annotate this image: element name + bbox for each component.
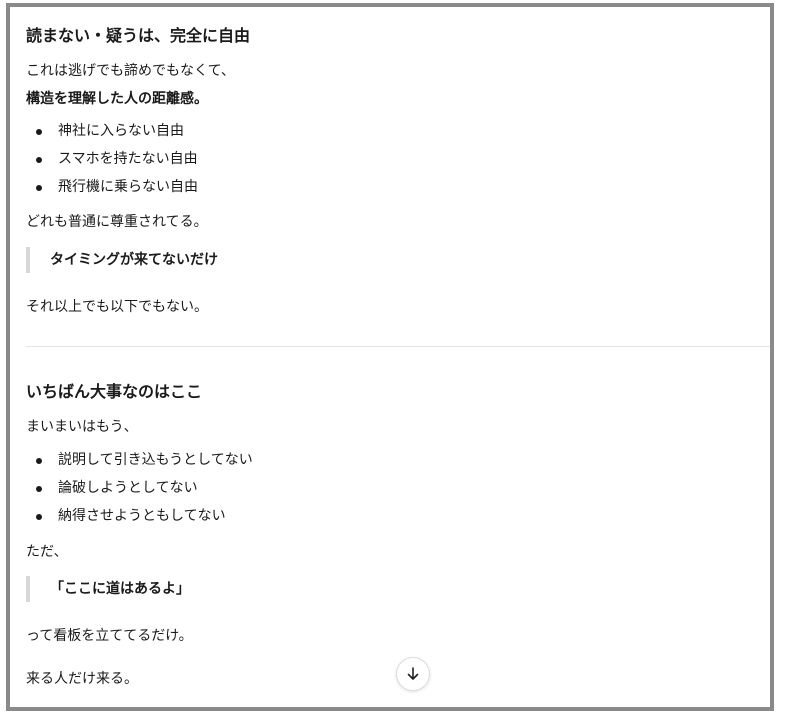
paragraph-bold-line: 構造を理解した人の距離感。 [26,91,208,107]
list-item: 神社に入らない自由 [26,121,426,141]
bullet-icon [36,185,42,191]
bullet-icon [36,486,42,492]
paragraph-line: これは逃げでも諦めでもなくて、 [26,63,235,79]
paragraph-line: ただ、 [26,544,68,560]
section-divider [26,346,770,347]
paragraph-line: って看板を立ててるだけ。 [26,628,193,644]
list-item: 論破しようとしてない [26,478,426,498]
paragraph-line: それ以上でも以下でもない。 [26,299,208,315]
blockquote: 「ここに道はあるよ」 [26,576,526,602]
bullet-icon [36,458,42,464]
section-heading-important: いちばん大事なのはここ [26,382,203,401]
list-item: 飛行機に乗らない自由 [26,177,426,197]
bullet-icon [36,514,42,520]
bullet-icon [36,129,42,135]
bullet-icon [36,157,42,163]
list-item: 納得させようともしてない [26,506,426,526]
scroll-to-bottom-button[interactable] [396,657,430,691]
list-item: スマホを持たない自由 [26,149,426,169]
paragraph-line: どれも普通に尊重されてる。 [26,214,208,230]
paragraph-line: まいまいはもう、 [26,419,138,435]
paragraph-line: 来る人だけ来る。 [26,671,138,687]
chat-message-frame: 読まない・疑うは、完全に自由 これは逃げでも諦めでもなくて、 構造を理解した人の… [6,3,774,711]
list-item: 説明して引き込もうとしてない [26,450,426,470]
blockquote-bar [26,576,30,602]
arrow-down-icon [407,667,419,680]
section-heading-freedom: 読まない・疑うは、完全に自由 [26,26,251,45]
blockquote: タイミングが来てないだけ [26,247,526,273]
blockquote-bar [26,247,30,273]
